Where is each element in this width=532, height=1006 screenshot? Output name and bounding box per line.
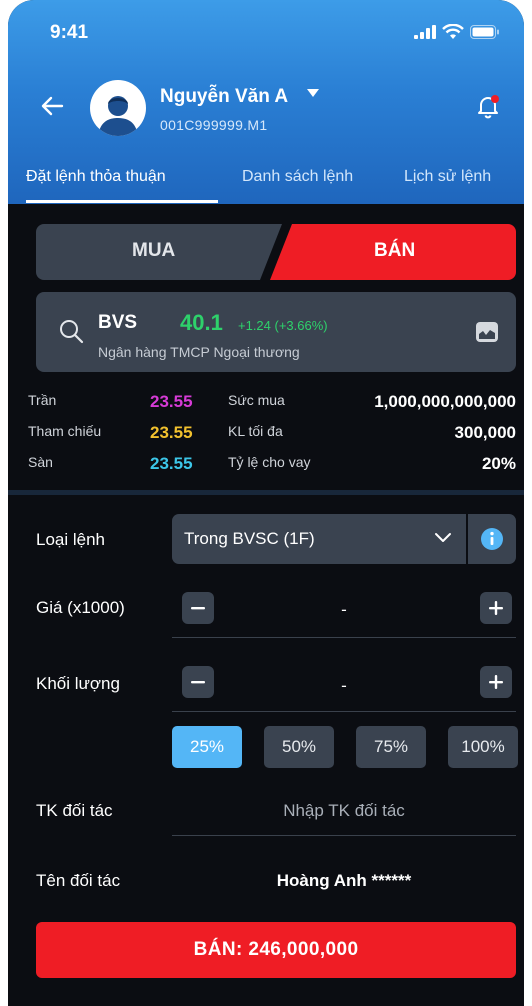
tab-bar: Đặt lệnh thỏa thuận Danh sách lệnh Lịch …: [8, 160, 524, 204]
user-silhouette-icon: [98, 96, 138, 136]
minus-icon: [191, 607, 205, 610]
battery-icon: [470, 25, 499, 39]
percent-100-button[interactable]: 100%: [448, 726, 518, 768]
header: 9:41 Nguyễn Văn A 001C999999.M1 Đặt lệnh…: [8, 0, 524, 204]
minus-icon: [191, 681, 205, 684]
floor-label: Sàn: [28, 454, 53, 470]
stock-price: 40.1: [180, 310, 223, 335]
volume-label: Khối lượng: [36, 674, 120, 693]
cellular-signal-icon: [414, 25, 436, 39]
price-decrement-button[interactable]: [182, 592, 214, 624]
search-icon[interactable]: [58, 318, 84, 344]
status-icons: [414, 24, 500, 40]
price-label: Giá (x1000): [36, 598, 125, 617]
volume-input[interactable]: -: [314, 676, 374, 696]
caret-down-icon[interactable]: [306, 88, 320, 98]
status-bar: 9:41: [8, 0, 524, 60]
ceiling-label: Trần: [28, 392, 57, 408]
loan-ratio-value: 20%: [481, 454, 516, 473]
tab-order-list[interactable]: Danh sách lệnh: [242, 168, 353, 186]
toggle-background: [36, 224, 516, 280]
sell-button[interactable]: BÁN: [374, 240, 415, 262]
account-id: 001C999999.M1: [160, 117, 268, 133]
percent-25-button[interactable]: 25%: [172, 726, 242, 768]
partner-account-underline: [172, 835, 516, 836]
max-volume-label: KL tối đa: [228, 423, 283, 439]
price-input[interactable]: -: [314, 600, 374, 620]
volume-underline: [172, 711, 516, 712]
max-volume-value: 300,000: [454, 423, 516, 442]
app-frame: 9:41 Nguyễn Văn A 001C999999.M1 Đặt lệnh…: [8, 0, 524, 1006]
stock-change: +1.24 (+3.66%): [238, 318, 328, 333]
partner-name-value: Hoàng Anh ******: [276, 871, 412, 890]
partner-name-label: Tên đối tác: [36, 871, 121, 890]
tab-negotiated-order[interactable]: Đặt lệnh thỏa thuận: [26, 168, 166, 186]
price-increment-button[interactable]: [480, 592, 512, 624]
section-divider: [8, 490, 524, 495]
status-time: 9:41: [50, 22, 89, 43]
avatar[interactable]: [90, 80, 146, 136]
floor-value: 23.55: [150, 454, 193, 473]
user-name[interactable]: Nguyễn Văn A: [160, 86, 288, 108]
order-type-select[interactable]: Trong BVSC (1F): [172, 514, 516, 564]
buy-sell-toggle: MUA BÁN: [36, 224, 516, 280]
submit-sell-button[interactable]: BÁN: 246,000,000: [36, 922, 516, 978]
order-type-label: Loại lệnh: [36, 530, 106, 549]
info-icon[interactable]: [480, 527, 504, 551]
back-arrow-icon[interactable]: [38, 92, 66, 120]
partner-account-input[interactable]: Nhập TK đối tác: [172, 801, 516, 821]
stock-search-card[interactable]: BVS 40.1 +1.24 (+3.66%) Ngân hàng TMCP N…: [36, 292, 516, 372]
volume-increment-button[interactable]: [480, 666, 512, 698]
stock-company-name: Ngân hàng TMCP Ngoại thương: [98, 344, 300, 360]
percent-50-button[interactable]: 50%: [264, 726, 334, 768]
plus-icon: [489, 675, 503, 689]
stock-ticker: BVS: [98, 312, 138, 333]
tab-order-history[interactable]: Lịch sử lệnh: [404, 168, 491, 186]
order-type-value: Trong BVSC (1F): [184, 529, 315, 548]
buying-power-label: Sức mua: [228, 392, 285, 408]
percent-75-button[interactable]: 75%: [356, 726, 426, 768]
loan-ratio-label: Tỷ lệ cho vay: [228, 454, 311, 470]
chart-icon[interactable]: [476, 322, 498, 342]
ceiling-value: 23.55: [150, 392, 193, 411]
chevron-down-icon: [435, 533, 451, 542]
buy-button[interactable]: MUA: [132, 240, 175, 262]
plus-icon: [489, 601, 503, 615]
active-tab-indicator: [26, 200, 218, 203]
buying-power-value: 1,000,000,000,000: [374, 392, 516, 411]
reference-label: Tham chiếu: [28, 423, 102, 439]
select-separator: [466, 514, 468, 564]
volume-decrement-button[interactable]: [182, 666, 214, 698]
partner-account-label: TK đối tác: [36, 801, 113, 820]
wifi-icon: [442, 24, 464, 39]
reference-value: 23.55: [150, 423, 193, 442]
price-underline: [172, 637, 516, 638]
notification-bell-icon[interactable]: [474, 92, 502, 120]
